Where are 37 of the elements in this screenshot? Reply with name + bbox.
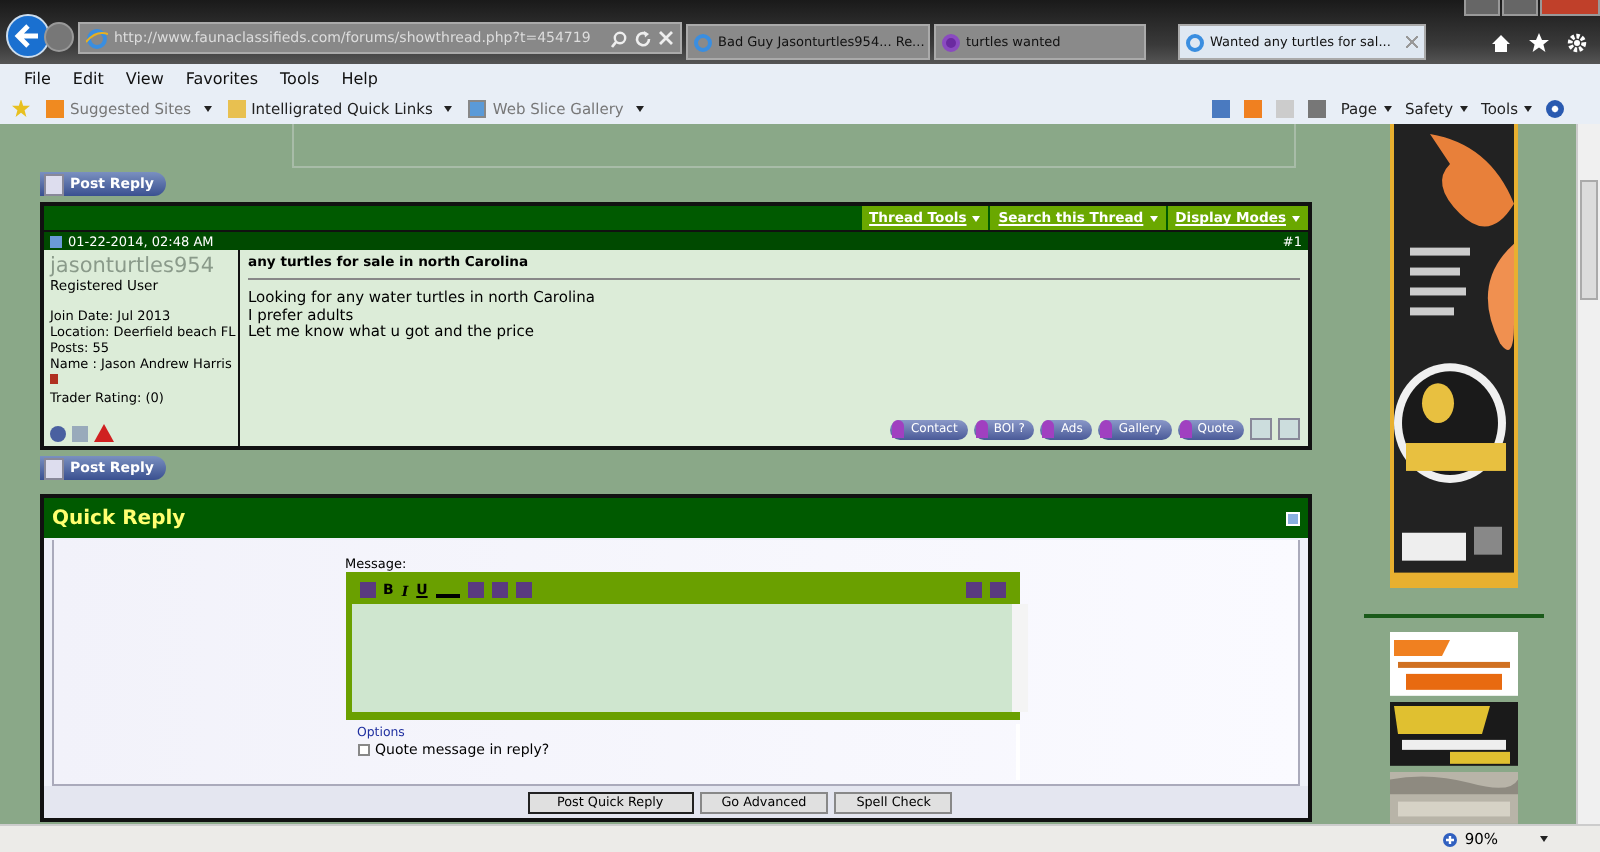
refresh-icon[interactable] (634, 29, 652, 47)
tab-icon (942, 33, 960, 51)
status-icon (50, 425, 66, 441)
zoom-icon[interactable] (1442, 831, 1459, 847)
back-button[interactable] (6, 14, 50, 58)
settings-icon[interactable] (1566, 32, 1588, 54)
caret-icon[interactable] (635, 105, 644, 111)
menu-item[interactable]: Help (341, 69, 378, 87)
menu-item[interactable]: File (24, 69, 51, 87)
scrollbar[interactable] (1576, 124, 1600, 824)
star-icon[interactable] (1528, 32, 1550, 54)
browser-logo-icon (86, 27, 108, 49)
message-input[interactable] (351, 604, 1011, 712)
checkbox[interactable] (357, 744, 369, 756)
caret-icon[interactable] (1383, 105, 1392, 112)
menu-item[interactable]: View (125, 69, 164, 87)
help-icon[interactable] (1546, 99, 1564, 117)
reputation-icon (50, 374, 58, 384)
close-icon[interactable] (1406, 36, 1418, 48)
minimize-button[interactable] (1464, 0, 1500, 16)
caret-icon[interactable] (1540, 836, 1548, 842)
caret-icon[interactable] (1459, 105, 1468, 112)
menu-item[interactable]: Favorites (185, 69, 259, 87)
caret-icon[interactable] (203, 105, 212, 111)
menu-item[interactable]: Tools (280, 69, 320, 87)
panel-title: Quick Reply (52, 507, 186, 529)
close-button[interactable] (1540, 0, 1600, 16)
tab-icon (1186, 33, 1204, 51)
search-icon[interactable] (610, 29, 628, 47)
close-icon[interactable] (658, 30, 674, 46)
menu-item[interactable]: Edit (72, 69, 104, 87)
collapse-icon[interactable] (1286, 511, 1300, 525)
maximize-button[interactable] (1502, 0, 1538, 16)
tab-icon (694, 33, 712, 51)
caret-icon[interactable] (1524, 105, 1532, 112)
forward-button[interactable] (44, 21, 74, 51)
caret-icon[interactable] (444, 105, 453, 111)
